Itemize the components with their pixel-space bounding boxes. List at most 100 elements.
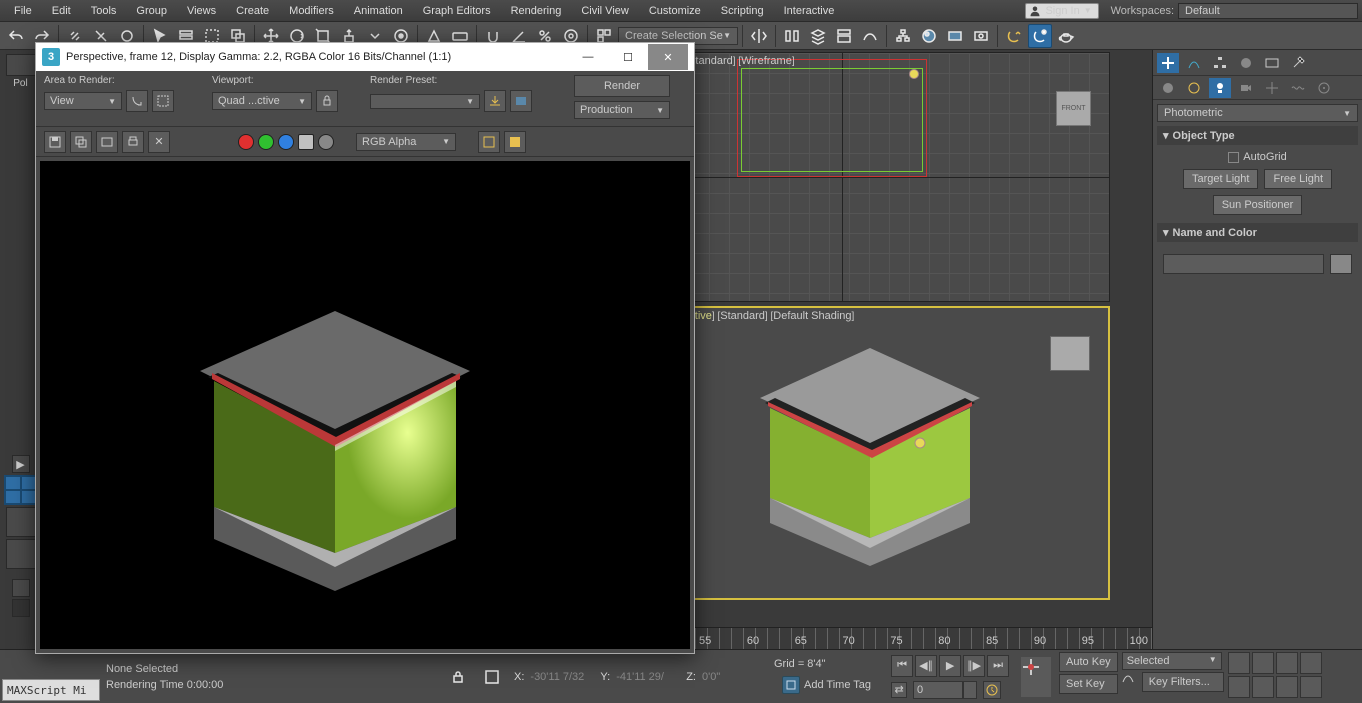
print-button[interactable] xyxy=(122,131,144,153)
preset-dropdown[interactable]: ▼ xyxy=(370,94,480,109)
menu-modifiers[interactable]: Modifiers xyxy=(279,3,344,19)
free-light-button[interactable]: Free Light xyxy=(1264,169,1332,189)
absolute-mode-button[interactable] xyxy=(480,665,504,689)
play-button[interactable]: ▶ xyxy=(939,655,961,677)
toggle-overlay-button[interactable] xyxy=(478,131,500,153)
mono-channel-button[interactable] xyxy=(318,134,334,150)
hierarchy-tab[interactable] xyxy=(1209,53,1231,73)
align-button[interactable] xyxy=(780,24,804,48)
production-dropdown[interactable]: Production▼ xyxy=(574,101,670,119)
menu-interactive[interactable]: Interactive xyxy=(774,3,845,19)
left-slot-2[interactable] xyxy=(6,539,36,569)
cameras-subtab[interactable] xyxy=(1235,78,1257,98)
mirror-button[interactable] xyxy=(747,24,771,48)
set-key-large-button[interactable] xyxy=(1021,657,1051,697)
signin-button[interactable]: Sign In▼ xyxy=(1025,3,1098,19)
render-setup-button[interactable] xyxy=(943,24,967,48)
object-name-field[interactable] xyxy=(1163,254,1324,274)
preset-load-button[interactable] xyxy=(484,90,506,112)
render-button[interactable]: Render xyxy=(574,75,670,97)
zoom-extents-button[interactable] xyxy=(1276,652,1298,674)
menu-edit[interactable]: Edit xyxy=(42,3,81,19)
prev-frame-button[interactable]: ◀∥ xyxy=(915,655,937,677)
area-dropdown[interactable]: View▼ xyxy=(44,92,122,110)
expand-button[interactable]: ▶ xyxy=(12,455,30,473)
menu-tools[interactable]: Tools xyxy=(81,3,127,19)
pan-view-button[interactable] xyxy=(1252,676,1274,698)
key-filter-selected[interactable]: Selected▼ xyxy=(1122,652,1222,670)
lock-selection-button[interactable] xyxy=(446,665,470,689)
area-autoregion-button[interactable] xyxy=(152,90,174,112)
menu-file[interactable]: File xyxy=(4,3,42,19)
key-mode-button[interactable]: ⇄ xyxy=(891,682,907,698)
render-setup-open-button[interactable] xyxy=(510,90,532,112)
workspace-dropdown[interactable]: Default xyxy=(1178,3,1358,19)
area-edit-button[interactable] xyxy=(126,90,148,112)
curve-editor-button[interactable] xyxy=(858,24,882,48)
alpha-channel-button[interactable] xyxy=(298,134,314,150)
menu-rendering[interactable]: Rendering xyxy=(501,3,572,19)
save-image-button[interactable] xyxy=(44,131,66,153)
red-channel-button[interactable] xyxy=(238,134,254,150)
time-slider[interactable]: 556065707580859095100 xyxy=(695,625,1152,649)
modify-tab[interactable] xyxy=(1183,53,1205,73)
maxscript-listener[interactable]: MAXScript Mi xyxy=(2,679,100,701)
spacewarps-subtab[interactable] xyxy=(1287,78,1309,98)
objecttype-rollout[interactable]: ▾Object Type xyxy=(1157,126,1358,145)
shapes-subtab[interactable] xyxy=(1183,78,1205,98)
menu-customize[interactable]: Customize xyxy=(639,3,711,19)
systems-subtab[interactable] xyxy=(1313,78,1335,98)
category-dropdown[interactable]: Photometric▼ xyxy=(1157,104,1358,122)
zoom-region-button[interactable] xyxy=(1300,652,1322,674)
viewport-layout[interactable] xyxy=(4,475,38,505)
teapot-button[interactable] xyxy=(1054,24,1078,48)
viewport-lock-button[interactable] xyxy=(316,90,338,112)
material-button[interactable] xyxy=(917,24,941,48)
auto-key-button[interactable]: Auto Key xyxy=(1059,652,1118,672)
layers-button[interactable] xyxy=(806,24,830,48)
create-tab[interactable] xyxy=(1157,53,1179,73)
menu-scripting[interactable]: Scripting xyxy=(711,3,774,19)
motion-tab[interactable] xyxy=(1235,53,1257,73)
sun-positioner-button[interactable]: Sun Positioner xyxy=(1213,195,1303,215)
goto-start-button[interactable]: ⏮ xyxy=(891,655,913,677)
schematic-button[interactable] xyxy=(891,24,915,48)
viewcube-persp[interactable] xyxy=(1050,336,1090,371)
time-config-button[interactable] xyxy=(983,681,1001,699)
maximize-viewport-button[interactable] xyxy=(1300,676,1322,698)
front-viewport[interactable]: FRONT [+] [nt] [Standard] [Wireframe] xyxy=(648,52,1110,302)
autogrid-checkbox[interactable]: AutoGrid xyxy=(1228,151,1286,163)
render-frame-button[interactable] xyxy=(969,24,993,48)
menu-group[interactable]: Group xyxy=(126,3,177,19)
zoom-button[interactable] xyxy=(1252,652,1274,674)
minimize-button[interactable]: — xyxy=(568,44,608,70)
key-filters-button[interactable]: Key Filters... xyxy=(1142,672,1224,692)
add-time-tag[interactable]: Add Time Tag xyxy=(774,674,879,696)
geometry-subtab[interactable] xyxy=(1157,78,1179,98)
green-channel-button[interactable] xyxy=(258,134,274,150)
viewport-dropdown[interactable]: Quad ...ctive▼ xyxy=(212,92,312,110)
object-color-swatch[interactable] xyxy=(1330,254,1352,274)
render-last-button[interactable] xyxy=(1028,24,1052,48)
undo-button[interactable] xyxy=(4,24,28,48)
current-frame-field[interactable] xyxy=(913,681,963,699)
clone-image-button[interactable] xyxy=(96,131,118,153)
blue-channel-button[interactable] xyxy=(278,134,294,150)
frame-spinner[interactable] xyxy=(963,681,977,699)
lights-subtab[interactable] xyxy=(1209,78,1231,98)
pan-button[interactable] xyxy=(1228,652,1250,674)
channel-dropdown[interactable]: RGB Alpha▼ xyxy=(356,133,456,151)
menu-create[interactable]: Create xyxy=(226,3,279,19)
copy-image-button[interactable] xyxy=(70,131,92,153)
menu-grapheditors[interactable]: Graph Editors xyxy=(413,3,501,19)
left-slot-3[interactable] xyxy=(12,579,30,597)
menu-animation[interactable]: Animation xyxy=(344,3,413,19)
left-slot-1[interactable] xyxy=(6,507,36,537)
toggle-ribbon-button[interactable] xyxy=(832,24,856,48)
perspective-viewport[interactable]: [+] [spective] [Standard] [Default Shadi… xyxy=(648,306,1110,600)
toggle-ui-button[interactable] xyxy=(504,131,526,153)
helpers-subtab[interactable] xyxy=(1261,78,1283,98)
orbit-button[interactable] xyxy=(1276,676,1298,698)
clear-button[interactable]: ✕ xyxy=(148,131,170,153)
fov-button[interactable] xyxy=(1228,676,1250,698)
